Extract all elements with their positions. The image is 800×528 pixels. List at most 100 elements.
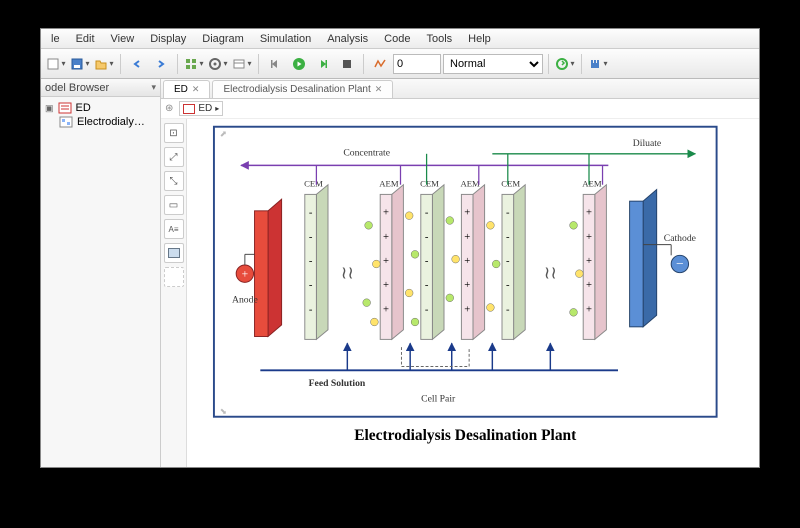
zoom-fit-button[interactable]: ⊡ [164, 123, 184, 143]
nav-back-icon[interactable]: ⊛ [165, 103, 173, 114]
svg-text:-: - [506, 232, 510, 243]
step-forward-button[interactable] [312, 53, 334, 75]
svg-text:+: + [383, 280, 389, 291]
svg-text:-: - [425, 280, 429, 291]
library-browser-button[interactable]: ▾ [183, 53, 205, 75]
simulink-window: le Edit View Display Diagram Simulation … [40, 28, 760, 468]
close-icon[interactable]: ✕ [375, 84, 383, 95]
editor-area: ED✕ Electrodialysis Desalination Plant✕ … [161, 79, 759, 467]
svg-text:CEM: CEM [420, 179, 439, 189]
toolbar: ▾ ▾ ▾ ▾ ▾ ▾ Normal ▾ ▾ [41, 49, 759, 79]
electrodialysis-diagram-block[interactable]: Electrodialysis Desalination Plant Conce… [187, 119, 759, 467]
menu-code[interactable]: Code [376, 31, 418, 47]
menu-view[interactable]: View [103, 31, 143, 47]
svg-text:+: + [383, 232, 389, 243]
area-button[interactable] [164, 267, 184, 287]
save-button[interactable]: ▾ [69, 53, 91, 75]
svg-text:Cathode: Cathode [664, 233, 696, 244]
svg-text:-: - [425, 304, 429, 315]
svg-text:+: + [383, 208, 389, 219]
svg-text:+: + [464, 256, 470, 267]
tree-child[interactable]: Electrodialysis Desa [43, 115, 158, 129]
zoom-in-button[interactable]: ⤢ [164, 147, 184, 167]
zoom-out-button[interactable]: ⤡ [164, 171, 184, 191]
close-icon[interactable]: ✕ [192, 84, 200, 95]
svg-text:⬊: ⬊ [220, 406, 227, 416]
svg-text:AEM: AEM [460, 179, 480, 189]
svg-text:-: - [425, 256, 429, 267]
svg-text:+: + [464, 208, 470, 219]
model-tree: ▣ ED Electrodialysis Desa [41, 97, 160, 133]
svg-text:+: + [464, 304, 470, 315]
breadcrumb-root[interactable]: ED ▸ [179, 101, 223, 116]
feed-solution-label: Feed Solution [309, 378, 366, 389]
menu-diagram[interactable]: Diagram [194, 31, 252, 47]
tab-plant[interactable]: Electrodialysis Desalination Plant✕ [212, 80, 393, 98]
svg-text:≀≀: ≀≀ [544, 263, 557, 283]
svg-text:+: + [586, 232, 592, 243]
menu-help[interactable]: Help [460, 31, 499, 47]
tree-collapse-icon[interactable]: ▣ [45, 103, 54, 114]
svg-text:⬈: ⬈ [220, 128, 227, 138]
svg-text:-: - [506, 256, 510, 267]
menu-file[interactable]: le [43, 31, 68, 47]
step-back-button[interactable] [264, 53, 286, 75]
redo-button[interactable] [150, 53, 172, 75]
svg-text:-: - [309, 232, 313, 243]
svg-text:AEM: AEM [379, 179, 399, 189]
simulation-mode-select[interactable]: Normal [443, 54, 543, 74]
tab-ed[interactable]: ED✕ [163, 80, 210, 98]
svg-text:+: + [242, 268, 249, 281]
menu-simulation[interactable]: Simulation [252, 31, 319, 47]
subsystem-icon [59, 116, 73, 128]
svg-text:+: + [464, 280, 470, 291]
svg-text:+: + [586, 280, 592, 291]
fast-restart-button[interactable]: ▾ [554, 53, 576, 75]
svg-text:+: + [586, 208, 592, 219]
image-button[interactable] [164, 243, 184, 263]
model-config-button[interactable]: ▾ [207, 53, 229, 75]
model-canvas[interactable]: Electrodialysis Desalination Plant Conce… [187, 119, 759, 467]
model-explorer-button[interactable]: ▾ [231, 53, 253, 75]
svg-text:-: - [309, 208, 313, 219]
svg-text:-: - [506, 304, 510, 315]
model-browser-panel: odel Browser ▾ ▣ ED Electrodialysis Desa [41, 79, 161, 467]
canvas-palette: ⊡ ⤢ ⤡ ▭ A≡ [161, 119, 187, 467]
svg-text:+: + [383, 256, 389, 267]
svg-text:−: − [676, 256, 684, 271]
editor-tabs: ED✕ Electrodialysis Desalination Plant✕ [161, 79, 759, 99]
diagram-title: Electrodialysis Desalination Plant [354, 427, 577, 444]
model-browser-title: odel Browser [45, 82, 109, 94]
build-button[interactable]: ▾ [587, 53, 609, 75]
stop-button[interactable] [336, 53, 358, 75]
signal-trace-button[interactable] [369, 53, 391, 75]
svg-text:-: - [309, 256, 313, 267]
stop-time-input[interactable] [393, 54, 441, 74]
annotation-button[interactable]: A≡ [164, 219, 184, 239]
svg-text:Anode: Anode [232, 295, 258, 306]
svg-text:-: - [309, 304, 313, 315]
model-icon [58, 102, 72, 114]
svg-text:CEM: CEM [304, 179, 323, 189]
tree-root[interactable]: ▣ ED [43, 101, 158, 115]
panel-dropdown-icon[interactable]: ▾ [151, 82, 156, 93]
open-button[interactable]: ▾ [93, 53, 115, 75]
svg-text:CEM: CEM [501, 179, 520, 189]
run-button[interactable] [288, 53, 310, 75]
svg-text:-: - [506, 280, 510, 291]
model-icon [183, 104, 195, 114]
menu-display[interactable]: Display [142, 31, 194, 47]
svg-text:+: + [383, 304, 389, 315]
svg-text:-: - [425, 208, 429, 219]
fit-to-view-button[interactable]: ▭ [164, 195, 184, 215]
menu-edit[interactable]: Edit [68, 31, 103, 47]
menu-analysis[interactable]: Analysis [319, 31, 376, 47]
tree-child-label: Electrodialysis Desa [77, 116, 147, 128]
svg-text:+: + [586, 256, 592, 267]
menu-tools[interactable]: Tools [418, 31, 460, 47]
svg-text:-: - [425, 232, 429, 243]
undo-button[interactable] [126, 53, 148, 75]
svg-text:-: - [506, 208, 510, 219]
new-model-button[interactable]: ▾ [45, 53, 67, 75]
svg-text:-: - [309, 280, 313, 291]
